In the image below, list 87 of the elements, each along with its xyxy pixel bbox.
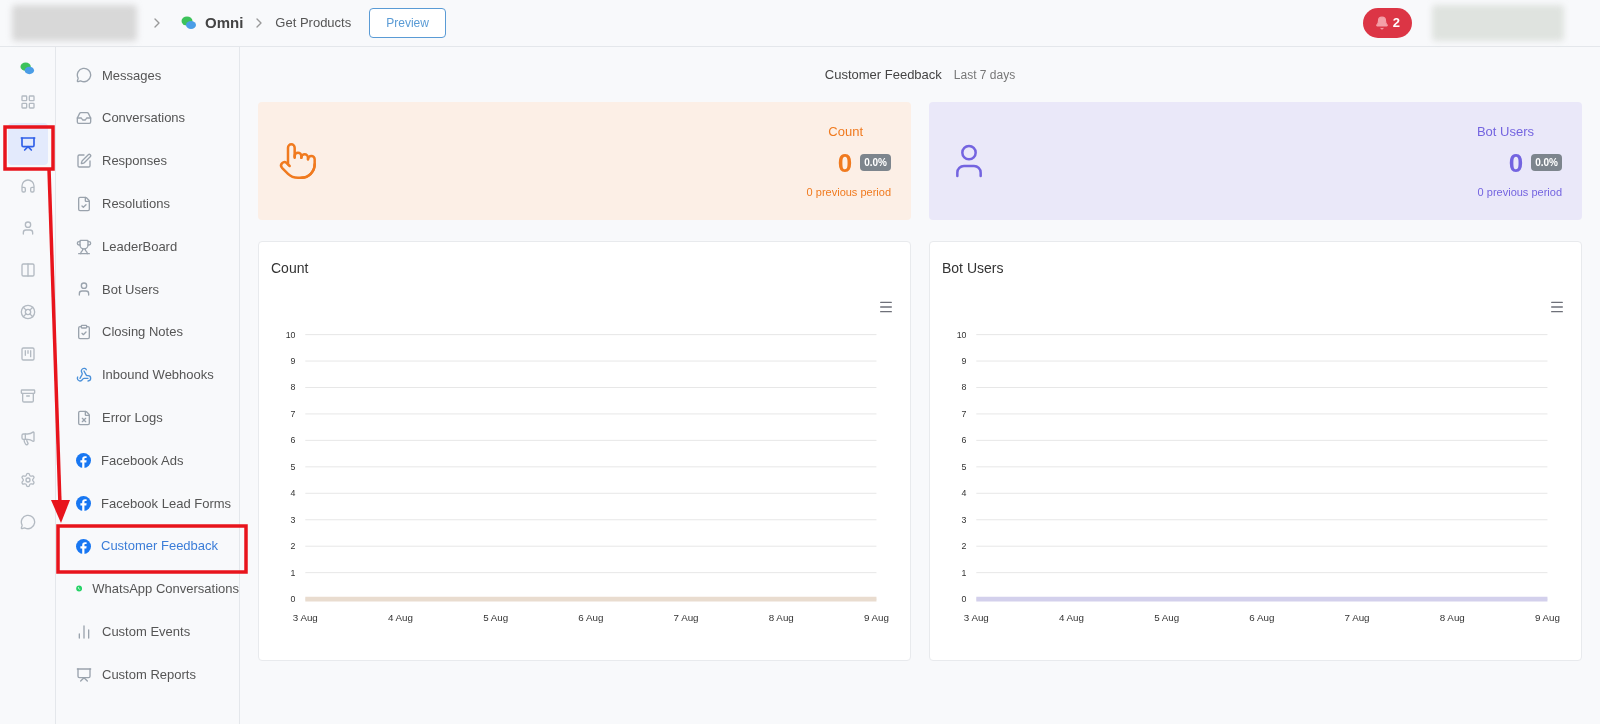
axis-tick-label: 8 — [961, 382, 967, 393]
axis-tick-label: 6 — [290, 435, 296, 446]
stat-label: Count — [828, 123, 863, 141]
axis-tick-label: 0 — [961, 594, 967, 605]
user-icon — [76, 281, 92, 298]
bar-chart-icon — [76, 623, 92, 640]
sidebar-item[interactable]: Facebook Ads — [56, 439, 239, 482]
axis-tick-label: 5 — [961, 461, 967, 472]
sidebar-item[interactable]: Custom Events — [56, 610, 239, 654]
menu-icon[interactable] — [1549, 299, 1565, 315]
axis-tick-label: 10 — [285, 329, 296, 340]
axis-tick-label: 4 — [961, 488, 967, 499]
axis-tick-label: 3 — [290, 514, 296, 525]
stat-label: Bot Users — [1476, 123, 1534, 141]
stat-value: 0 — [837, 149, 853, 176]
axis-tick-label: 7 Aug — [1344, 611, 1370, 623]
webhook-icon — [76, 366, 92, 383]
previous-period-text: 0 previous period — [1477, 184, 1562, 200]
sidebar-item[interactable]: Messages — [56, 54, 239, 97]
clipboard-icon — [76, 324, 92, 341]
axis-tick-label: 5 Aug — [483, 611, 509, 623]
axis-tick-label: 1 — [290, 567, 296, 578]
chart-title: Bot Users — [942, 259, 1004, 278]
axis-tick-label: 6 Aug — [578, 611, 604, 623]
edit-icon — [76, 153, 92, 169]
axis-tick-label: 8 Aug — [1439, 611, 1465, 623]
previous-period-text: 0 previous period — [806, 184, 891, 200]
sidebar-item[interactable]: Resolutions — [56, 182, 239, 226]
axis-tick-label: 7 Aug — [673, 611, 699, 623]
facebook-icon — [76, 453, 91, 469]
period-label: Last 7 days — [953, 66, 1016, 84]
axis-tick-label: 4 Aug — [1058, 611, 1084, 623]
sidebar-item[interactable]: WhatsApp Conversations — [56, 567, 239, 611]
sidebar-item[interactable]: Responses — [56, 139, 239, 183]
axis-tick-label: 4 — [290, 488, 296, 499]
axis-tick-label: 3 — [961, 514, 967, 525]
file-x-icon — [76, 409, 92, 426]
axis-tick-label: 5 — [290, 461, 296, 472]
change-badge: 0.0% — [860, 154, 891, 171]
file-check-icon — [76, 195, 92, 212]
menu-icon[interactable] — [878, 299, 894, 315]
axis-tick-label: 2 — [290, 541, 296, 552]
facebook-icon — [76, 538, 91, 554]
highlight-frame — [3, 125, 55, 171]
presentation-icon — [76, 666, 92, 683]
sidebar-item[interactable]: Closing Notes — [56, 310, 239, 354]
sidebar-item[interactable]: Error Logs — [56, 396, 239, 440]
axis-tick-label: 9 — [961, 356, 967, 366]
chart-title: Count — [271, 259, 309, 278]
axis-tick-label: 7 — [961, 408, 967, 419]
inbox-icon — [76, 110, 92, 127]
facebook-icon — [76, 495, 91, 511]
chat-bubbles-icon — [20, 60, 35, 76]
axis-tick-label: 9 Aug — [863, 611, 889, 623]
axis-tick-label: 5 Aug — [1154, 611, 1180, 623]
notification-button[interactable]: 2 — [1362, 8, 1412, 38]
axis-tick-label: 2 — [961, 541, 967, 552]
axis-tick-label: 0 — [290, 594, 296, 605]
axis-tick-label: 3 Aug — [292, 611, 318, 623]
speech-bubble-icon — [76, 67, 92, 84]
sidebar-item[interactable]: LeaderBoard — [56, 225, 239, 268]
axis-tick-label: 3 Aug — [963, 611, 989, 623]
bell-icon — [1374, 16, 1389, 30]
axis-tick-label: 9 Aug — [1534, 611, 1560, 623]
presentation-icon[interactable] — [7, 123, 48, 165]
axis-tick-label: 1 — [961, 567, 967, 578]
change-badge: 0.0% — [1531, 154, 1562, 171]
sidebar-item[interactable]: Customer Feedback — [56, 524, 239, 568]
sidebar-item[interactable]: Inbound Webhooks — [56, 353, 239, 397]
axis-tick-label: 8 Aug — [768, 611, 794, 623]
breadcrumb-item: Get Products — [275, 14, 352, 33]
axis-tick-label: 4 Aug — [387, 611, 413, 623]
axis-tick-label: 6 — [961, 435, 967, 446]
sidebar-item[interactable]: Bot Users — [56, 268, 239, 311]
sidebar-item[interactable]: Custom Reports — [56, 653, 239, 696]
axis-tick-label: 6 Aug — [1249, 611, 1275, 623]
stat-value: 0 — [1508, 149, 1524, 176]
breadcrumb-link[interactable]: Omni — [205, 11, 244, 35]
chat-bubbles-icon — [181, 15, 197, 31]
axis-tick-label: 7 — [290, 408, 296, 419]
sidebar-item[interactable]: Facebook Lead Forms — [56, 481, 239, 525]
sidebar-item[interactable]: Conversations — [56, 96, 239, 140]
trophy-icon — [76, 238, 92, 255]
axis-tick-label: 8 — [290, 382, 296, 393]
page-title: Customer Feedback — [824, 65, 942, 84]
axis-tick-label: 10 — [956, 329, 967, 340]
axis-tick-label: 9 — [290, 356, 296, 366]
